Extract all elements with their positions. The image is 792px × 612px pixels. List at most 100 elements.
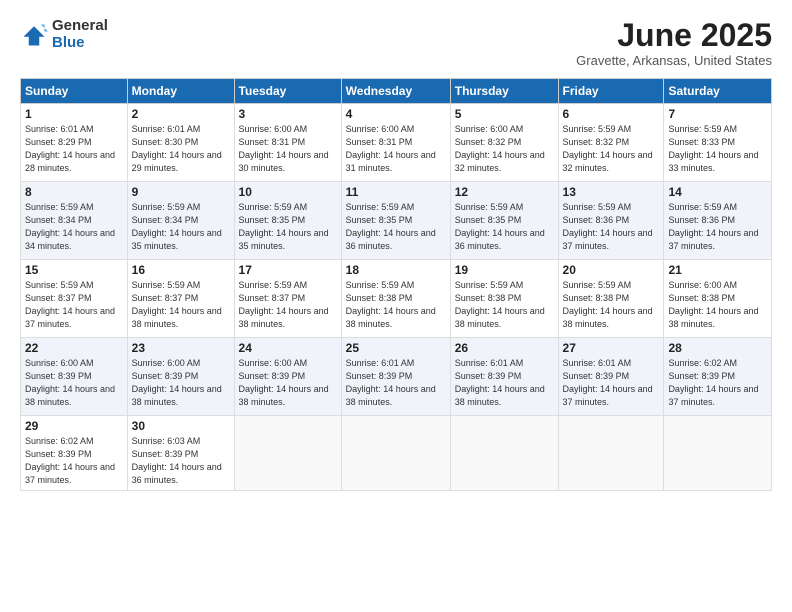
day-number: 18 xyxy=(346,263,446,277)
table-row: 12 Sunrise: 5:59 AM Sunset: 8:35 PM Dayl… xyxy=(450,182,558,260)
month-title: June 2025 xyxy=(576,18,772,53)
day-info: Sunrise: 5:59 AM Sunset: 8:35 PM Dayligh… xyxy=(455,201,554,253)
table-row: 14 Sunrise: 5:59 AM Sunset: 8:36 PM Dayl… xyxy=(664,182,772,260)
table-row: 26 Sunrise: 6:01 AM Sunset: 8:39 PM Dayl… xyxy=(450,338,558,416)
day-info: Sunrise: 6:01 AM Sunset: 8:30 PM Dayligh… xyxy=(132,123,230,175)
day-number: 8 xyxy=(25,185,123,199)
logo-blue: Blue xyxy=(52,35,108,52)
table-row xyxy=(234,416,341,491)
day-number: 25 xyxy=(346,341,446,355)
day-info: Sunrise: 5:59 AM Sunset: 8:37 PM Dayligh… xyxy=(25,279,123,331)
col-friday: Friday xyxy=(558,79,664,104)
table-row: 18 Sunrise: 5:59 AM Sunset: 8:38 PM Dayl… xyxy=(341,260,450,338)
page-header: General Blue June 2025 Gravette, Arkansa… xyxy=(20,18,772,68)
day-info: Sunrise: 6:00 AM Sunset: 8:31 PM Dayligh… xyxy=(239,123,337,175)
day-info: Sunrise: 6:00 AM Sunset: 8:39 PM Dayligh… xyxy=(132,357,230,409)
day-number: 20 xyxy=(563,263,660,277)
table-row: 10 Sunrise: 5:59 AM Sunset: 8:35 PM Dayl… xyxy=(234,182,341,260)
day-info: Sunrise: 6:01 AM Sunset: 8:39 PM Dayligh… xyxy=(455,357,554,409)
day-info: Sunrise: 6:00 AM Sunset: 8:38 PM Dayligh… xyxy=(668,279,767,331)
table-row: 19 Sunrise: 5:59 AM Sunset: 8:38 PM Dayl… xyxy=(450,260,558,338)
table-row: 7 Sunrise: 5:59 AM Sunset: 8:33 PM Dayli… xyxy=(664,104,772,182)
day-number: 21 xyxy=(668,263,767,277)
table-row: 16 Sunrise: 5:59 AM Sunset: 8:37 PM Dayl… xyxy=(127,260,234,338)
col-saturday: Saturday xyxy=(664,79,772,104)
day-info: Sunrise: 5:59 AM Sunset: 8:35 PM Dayligh… xyxy=(346,201,446,253)
table-row: 28 Sunrise: 6:02 AM Sunset: 8:39 PM Dayl… xyxy=(664,338,772,416)
day-number: 7 xyxy=(668,107,767,121)
day-info: Sunrise: 5:59 AM Sunset: 8:38 PM Dayligh… xyxy=(563,279,660,331)
day-info: Sunrise: 6:01 AM Sunset: 8:39 PM Dayligh… xyxy=(563,357,660,409)
day-info: Sunrise: 6:00 AM Sunset: 8:39 PM Dayligh… xyxy=(239,357,337,409)
table-row: 5 Sunrise: 6:00 AM Sunset: 8:32 PM Dayli… xyxy=(450,104,558,182)
day-number: 6 xyxy=(563,107,660,121)
day-number: 29 xyxy=(25,419,123,433)
day-number: 30 xyxy=(132,419,230,433)
day-number: 5 xyxy=(455,107,554,121)
day-info: Sunrise: 6:01 AM Sunset: 8:29 PM Dayligh… xyxy=(25,123,123,175)
table-row: 8 Sunrise: 5:59 AM Sunset: 8:34 PM Dayli… xyxy=(21,182,128,260)
day-number: 11 xyxy=(346,185,446,199)
day-info: Sunrise: 5:59 AM Sunset: 8:38 PM Dayligh… xyxy=(346,279,446,331)
day-info: Sunrise: 6:00 AM Sunset: 8:31 PM Dayligh… xyxy=(346,123,446,175)
col-thursday: Thursday xyxy=(450,79,558,104)
day-number: 22 xyxy=(25,341,123,355)
day-info: Sunrise: 5:59 AM Sunset: 8:34 PM Dayligh… xyxy=(132,201,230,253)
logo: General Blue xyxy=(20,18,108,51)
table-row: 13 Sunrise: 5:59 AM Sunset: 8:36 PM Dayl… xyxy=(558,182,664,260)
day-number: 19 xyxy=(455,263,554,277)
table-row: 11 Sunrise: 5:59 AM Sunset: 8:35 PM Dayl… xyxy=(341,182,450,260)
logo-icon xyxy=(20,21,48,49)
day-info: Sunrise: 5:59 AM Sunset: 8:34 PM Dayligh… xyxy=(25,201,123,253)
day-info: Sunrise: 5:59 AM Sunset: 8:33 PM Dayligh… xyxy=(668,123,767,175)
day-number: 14 xyxy=(668,185,767,199)
day-number: 26 xyxy=(455,341,554,355)
day-info: Sunrise: 6:02 AM Sunset: 8:39 PM Dayligh… xyxy=(668,357,767,409)
col-tuesday: Tuesday xyxy=(234,79,341,104)
table-row: 23 Sunrise: 6:00 AM Sunset: 8:39 PM Dayl… xyxy=(127,338,234,416)
table-row: 20 Sunrise: 5:59 AM Sunset: 8:38 PM Dayl… xyxy=(558,260,664,338)
table-row xyxy=(558,416,664,491)
table-row xyxy=(341,416,450,491)
table-row: 25 Sunrise: 6:01 AM Sunset: 8:39 PM Dayl… xyxy=(341,338,450,416)
day-number: 24 xyxy=(239,341,337,355)
table-row: 15 Sunrise: 5:59 AM Sunset: 8:37 PM Dayl… xyxy=(21,260,128,338)
day-info: Sunrise: 5:59 AM Sunset: 8:37 PM Dayligh… xyxy=(239,279,337,331)
table-row: 30 Sunrise: 6:03 AM Sunset: 8:39 PM Dayl… xyxy=(127,416,234,491)
calendar-header-row: Sunday Monday Tuesday Wednesday Thursday… xyxy=(21,79,772,104)
day-number: 28 xyxy=(668,341,767,355)
day-info: Sunrise: 6:00 AM Sunset: 8:39 PM Dayligh… xyxy=(25,357,123,409)
table-row: 24 Sunrise: 6:00 AM Sunset: 8:39 PM Dayl… xyxy=(234,338,341,416)
day-info: Sunrise: 6:03 AM Sunset: 8:39 PM Dayligh… xyxy=(132,435,230,487)
table-row xyxy=(664,416,772,491)
table-row xyxy=(450,416,558,491)
day-info: Sunrise: 5:59 AM Sunset: 8:32 PM Dayligh… xyxy=(563,123,660,175)
col-sunday: Sunday xyxy=(21,79,128,104)
table-row: 29 Sunrise: 6:02 AM Sunset: 8:39 PM Dayl… xyxy=(21,416,128,491)
table-row: 1 Sunrise: 6:01 AM Sunset: 8:29 PM Dayli… xyxy=(21,104,128,182)
col-wednesday: Wednesday xyxy=(341,79,450,104)
day-number: 1 xyxy=(25,107,123,121)
table-row: 3 Sunrise: 6:00 AM Sunset: 8:31 PM Dayli… xyxy=(234,104,341,182)
day-number: 2 xyxy=(132,107,230,121)
day-number: 9 xyxy=(132,185,230,199)
location-subtitle: Gravette, Arkansas, United States xyxy=(576,53,772,68)
day-info: Sunrise: 6:01 AM Sunset: 8:39 PM Dayligh… xyxy=(346,357,446,409)
day-info: Sunrise: 6:02 AM Sunset: 8:39 PM Dayligh… xyxy=(25,435,123,487)
title-block: June 2025 Gravette, Arkansas, United Sta… xyxy=(576,18,772,68)
day-number: 17 xyxy=(239,263,337,277)
table-row: 22 Sunrise: 6:00 AM Sunset: 8:39 PM Dayl… xyxy=(21,338,128,416)
day-info: Sunrise: 6:00 AM Sunset: 8:32 PM Dayligh… xyxy=(455,123,554,175)
day-info: Sunrise: 5:59 AM Sunset: 8:36 PM Dayligh… xyxy=(668,201,767,253)
day-info: Sunrise: 5:59 AM Sunset: 8:37 PM Dayligh… xyxy=(132,279,230,331)
day-number: 23 xyxy=(132,341,230,355)
col-monday: Monday xyxy=(127,79,234,104)
day-number: 4 xyxy=(346,107,446,121)
table-row: 21 Sunrise: 6:00 AM Sunset: 8:38 PM Dayl… xyxy=(664,260,772,338)
day-number: 12 xyxy=(455,185,554,199)
day-info: Sunrise: 5:59 AM Sunset: 8:36 PM Dayligh… xyxy=(563,201,660,253)
day-number: 27 xyxy=(563,341,660,355)
table-row: 4 Sunrise: 6:00 AM Sunset: 8:31 PM Dayli… xyxy=(341,104,450,182)
table-row: 17 Sunrise: 5:59 AM Sunset: 8:37 PM Dayl… xyxy=(234,260,341,338)
logo-text: General Blue xyxy=(52,18,108,51)
